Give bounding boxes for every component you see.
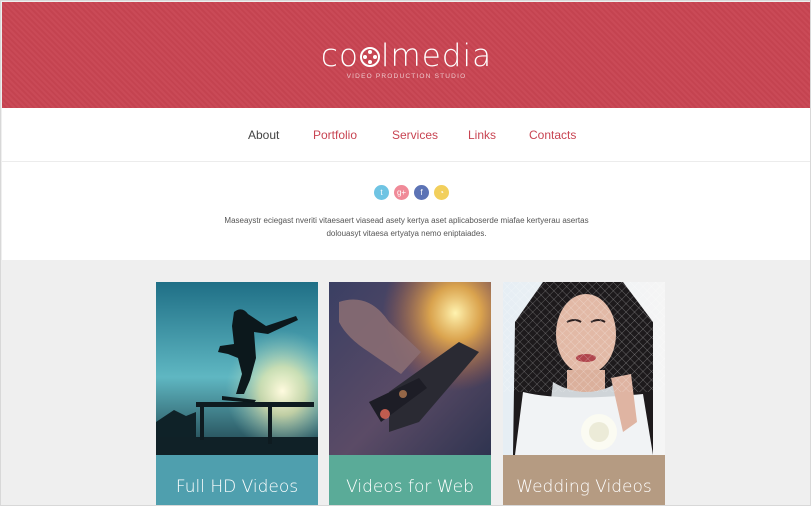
nav-about[interactable]: About <box>248 128 279 142</box>
rss-icon[interactable]: ◔ <box>434 185 449 200</box>
nav-contacts[interactable]: Contacts <box>529 128 576 142</box>
card-full-hd-videos[interactable]: Full HD Videos <box>156 282 318 505</box>
logo-text-end: lmedia <box>380 38 493 74</box>
site-tagline: VIDEO PRODUCTION STUDIO <box>346 73 467 80</box>
site-logo[interactable]: co lmedia <box>2 38 810 74</box>
intro-text: Maseaystr eciegast nveriti vitaesaert vi… <box>202 214 611 240</box>
bride-image <box>503 282 665 455</box>
google-plus-icon[interactable]: g+ <box>394 185 409 200</box>
skateboarder-image <box>156 282 318 455</box>
card-wedding-videos[interactable]: Wedding Videos <box>503 282 665 505</box>
film-reel-icon <box>359 47 380 67</box>
site-header: co lmedia VIDEO PRODUCTION STUDIO <box>2 2 810 108</box>
intro-text-line-1: Maseaystr eciegast nveriti vitaesaert vi… <box>224 216 589 225</box>
twitter-icon[interactable]: t <box>374 185 389 200</box>
logo-text-start: co <box>320 38 359 74</box>
main-navigation: About Portfolio Services Links Contacts <box>2 108 810 162</box>
nav-portfolio[interactable]: Portfolio <box>313 128 357 142</box>
card-label: Videos for Web <box>329 455 491 505</box>
intro-text-line-2: dolouasyt vitaesa ertyatya nemo eniptaia… <box>326 229 487 238</box>
card-label: Wedding Videos <box>503 455 665 505</box>
facebook-icon[interactable]: f <box>414 185 429 200</box>
page-frame: co lmedia VIDEO PRODUCTION STUDIO About P… <box>0 0 811 506</box>
card-videos-for-web[interactable]: Videos for Web <box>329 282 491 505</box>
nav-links[interactable]: Links <box>468 128 496 142</box>
nav-services[interactable]: Services <box>392 128 438 142</box>
guitarist-image <box>329 282 491 455</box>
card-label: Full HD Videos <box>156 455 318 505</box>
intro-section: t g+ f ◔ Maseaystr eciegast nveriti vita… <box>2 162 810 260</box>
